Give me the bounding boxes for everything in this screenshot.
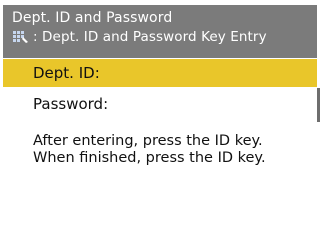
id-password-screen: Dept. ID and Password : Dept. ID and Pas… — [0, 0, 320, 245]
password-label: Password: — [33, 95, 109, 113]
password-field[interactable]: Password: — [3, 90, 317, 118]
dept-id-field[interactable]: Dept. ID: — [3, 59, 317, 87]
screen-header: Dept. ID and Password : Dept. ID and Pas… — [3, 5, 317, 58]
screen-title: Dept. ID and Password — [12, 10, 173, 26]
screen-subtitle-row: : Dept. ID and Password Key Entry — [12, 28, 267, 46]
instruction-message: After entering, press the ID key. When f… — [33, 133, 266, 166]
screen-subtitle: : Dept. ID and Password Key Entry — [33, 29, 267, 45]
dept-id-label: Dept. ID: — [33, 64, 100, 82]
key-entry-icon — [13, 31, 28, 43]
